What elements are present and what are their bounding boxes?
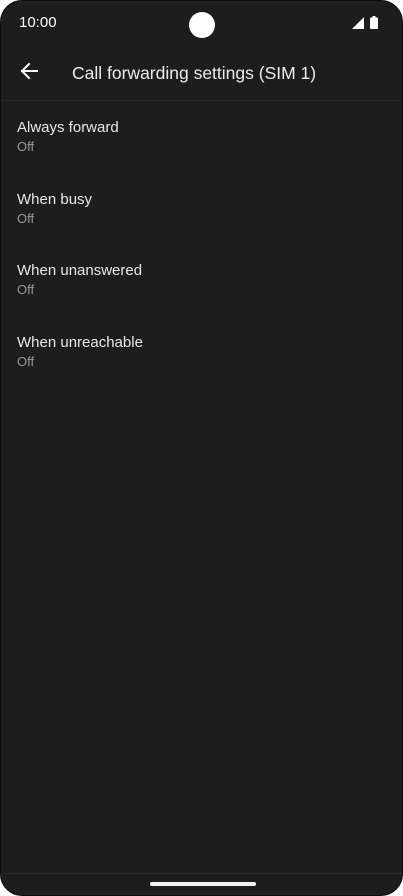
- list-item-status: Off: [17, 139, 35, 154]
- list-item-status: Off: [17, 210, 35, 226]
- list-item-when-unanswered[interactable]: When unanswered Off: [1, 252, 402, 324]
- phone-screen: 10:00 Call forwarding settings (SIM 1) A…: [0, 0, 403, 896]
- list-item-always-forward[interactable]: Always forward Off: [1, 109, 402, 181]
- signal-icon: [352, 17, 364, 29]
- list-item-status: Off: [17, 353, 35, 369]
- list-item-title: When unreachable: [17, 333, 143, 351]
- gesture-nav-handle[interactable]: [150, 882, 256, 886]
- list-item-when-busy[interactable]: When busy Off: [1, 181, 402, 253]
- list-item-when-unreachable[interactable]: When unreachable Off: [1, 324, 402, 396]
- bottom-divider: [1, 873, 402, 874]
- forwarding-options-list: Always forward Off When busy Off When un…: [1, 109, 402, 395]
- back-button[interactable]: [9, 51, 49, 91]
- battery-icon: [370, 16, 378, 29]
- list-item-title: Always forward: [17, 119, 119, 136]
- status-icons: [352, 15, 378, 29]
- page-title: Call forwarding settings (SIM 1): [72, 63, 317, 83]
- arrow-back-icon: [20, 62, 38, 80]
- list-item-status: Off: [17, 282, 35, 297]
- list-item-title: When unanswered: [17, 262, 143, 279]
- camera-cutout: [189, 12, 215, 38]
- status-time: 10:00: [19, 14, 57, 31]
- status-bar: 10:00: [1, 1, 402, 45]
- app-bar: Call forwarding settings (SIM 1): [1, 45, 402, 101]
- list-item-title: When busy: [17, 190, 93, 208]
